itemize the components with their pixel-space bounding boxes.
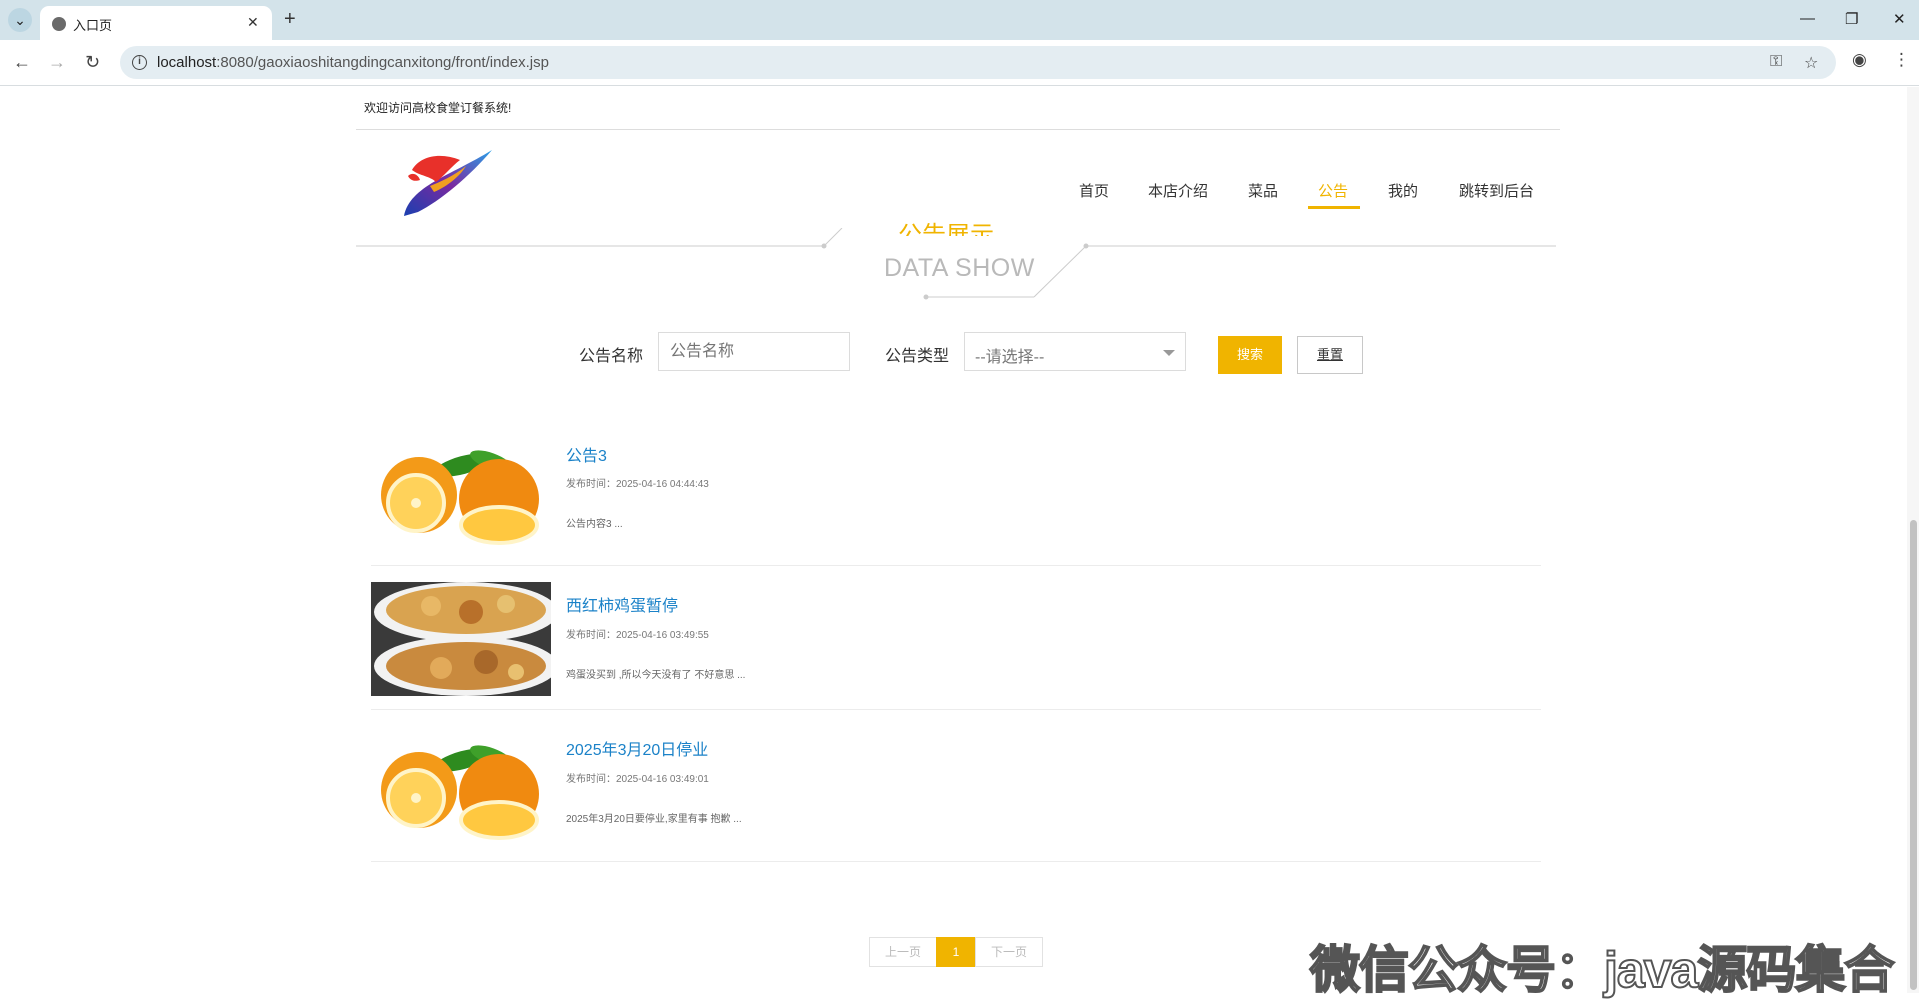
header-divider bbox=[356, 129, 1560, 130]
section-title-cn: 公告展示 bbox=[898, 222, 994, 236]
notice-item[interactable]: 2025年3月20日停业 发布时间：2025-04-16 03:49:01 20… bbox=[371, 710, 1541, 862]
nav-active-underline bbox=[1308, 206, 1360, 209]
notice-type-select[interactable]: --请选择-- bbox=[964, 332, 1186, 371]
bookmark-star-icon[interactable]: ☆ bbox=[1804, 53, 1818, 73]
notice-name-input[interactable] bbox=[658, 332, 850, 371]
browser-toolbar: ← → ↻ i localhost:8080/gaoxiaoshitangdin… bbox=[0, 40, 1919, 86]
notice-time: 发布时间：2025-04-16 04:44:43 bbox=[566, 479, 709, 490]
search-button[interactable]: 搜索 bbox=[1218, 336, 1282, 374]
prev-page-button[interactable]: 上一页 bbox=[869, 937, 937, 967]
profile-icon[interactable]: ◉ bbox=[1852, 50, 1867, 70]
restore-icon[interactable]: ❐ bbox=[1845, 10, 1858, 28]
notice-content: 2025年3月20日要停业,家里有事 抱歉 ... bbox=[566, 814, 742, 825]
reload-icon[interactable]: ↻ bbox=[85, 52, 100, 72]
nav-notices[interactable]: 公告 bbox=[1318, 180, 1348, 201]
tab-title: 入口页 bbox=[73, 18, 113, 33]
dropdown-caret-icon bbox=[1163, 350, 1175, 356]
section-title-en: DATA SHOW bbox=[884, 254, 1035, 282]
notice-name-label: 公告名称 bbox=[579, 348, 644, 365]
notice-time: 发布时间：2025-04-16 03:49:01 bbox=[566, 774, 709, 785]
notice-item[interactable]: 西红柿鸡蛋暂停 发布时间：2025-04-16 03:49:55 鸡蛋没买到 ,… bbox=[371, 566, 1541, 710]
minimize-icon[interactable]: — bbox=[1800, 10, 1815, 27]
notice-title[interactable]: 2025年3月20日停业 bbox=[566, 736, 708, 760]
forward-icon[interactable]: → bbox=[48, 52, 66, 72]
notice-title[interactable]: 西红柿鸡蛋暂停 bbox=[566, 592, 678, 616]
notice-content: 公告内容3 ... bbox=[566, 519, 623, 530]
page-1-button[interactable]: 1 bbox=[936, 937, 976, 967]
nav-mine[interactable]: 我的 bbox=[1388, 180, 1418, 201]
reset-button[interactable]: 重置 bbox=[1297, 336, 1363, 374]
notice-item[interactable]: 公告3 发布时间：2025-04-16 04:44:43 公告内容3 ... bbox=[371, 416, 1541, 566]
url-text[interactable]: localhost:8080/gaoxiaoshitangdingcanxito… bbox=[157, 54, 549, 71]
back-icon[interactable]: ← bbox=[13, 52, 31, 72]
notice-image-orange[interactable] bbox=[371, 437, 551, 551]
notice-type-label: 公告类型 bbox=[885, 348, 950, 365]
notice-type-selected: --请选择-- bbox=[975, 349, 1045, 366]
nav-admin[interactable]: 跳转到后台 bbox=[1459, 180, 1534, 201]
close-window-icon[interactable]: ✕ bbox=[1893, 10, 1906, 28]
browser-tab[interactable]: 入口页 ✕ bbox=[40, 6, 272, 40]
site-logo[interactable] bbox=[400, 146, 495, 221]
password-key-icon[interactable]: ⚿ bbox=[1770, 53, 1782, 71]
nav-about[interactable]: 本店介绍 bbox=[1148, 180, 1208, 201]
welcome-text: 欢迎访问高校食堂订餐系统! bbox=[364, 101, 512, 115]
globe-icon bbox=[52, 17, 66, 31]
notice-time: 发布时间：2025-04-16 03:49:55 bbox=[566, 630, 709, 641]
site-info-icon[interactable]: i bbox=[132, 55, 147, 70]
notice-image-orange[interactable] bbox=[371, 732, 551, 846]
watermark-text: 微信公众号：java源码集合 bbox=[1309, 941, 1895, 999]
next-page-button[interactable]: 下一页 bbox=[975, 937, 1043, 967]
nav-dishes[interactable]: 菜品 bbox=[1248, 180, 1278, 201]
notice-image-food[interactable] bbox=[371, 582, 551, 696]
address-bar[interactable]: i localhost:8080/gaoxiaoshitangdingcanxi… bbox=[120, 46, 1836, 79]
tab-search-chevron-icon[interactable]: ⌄ bbox=[8, 8, 32, 32]
notice-title[interactable]: 公告3 bbox=[566, 442, 607, 466]
close-tab-icon[interactable]: ✕ bbox=[247, 14, 259, 31]
more-menu-icon[interactable]: ⋮ bbox=[1893, 50, 1910, 70]
nav-home[interactable]: 首页 bbox=[1079, 180, 1109, 201]
browser-tab-strip: ⌄ 入口页 ✕ + — ❐ ✕ bbox=[0, 0, 1919, 40]
notice-content: 鸡蛋没买到 ,所以今天没有了 不好意思 ... bbox=[566, 670, 746, 681]
new-tab-icon[interactable]: + bbox=[284, 8, 296, 30]
page-scrollbar-thumb[interactable] bbox=[1910, 520, 1917, 990]
